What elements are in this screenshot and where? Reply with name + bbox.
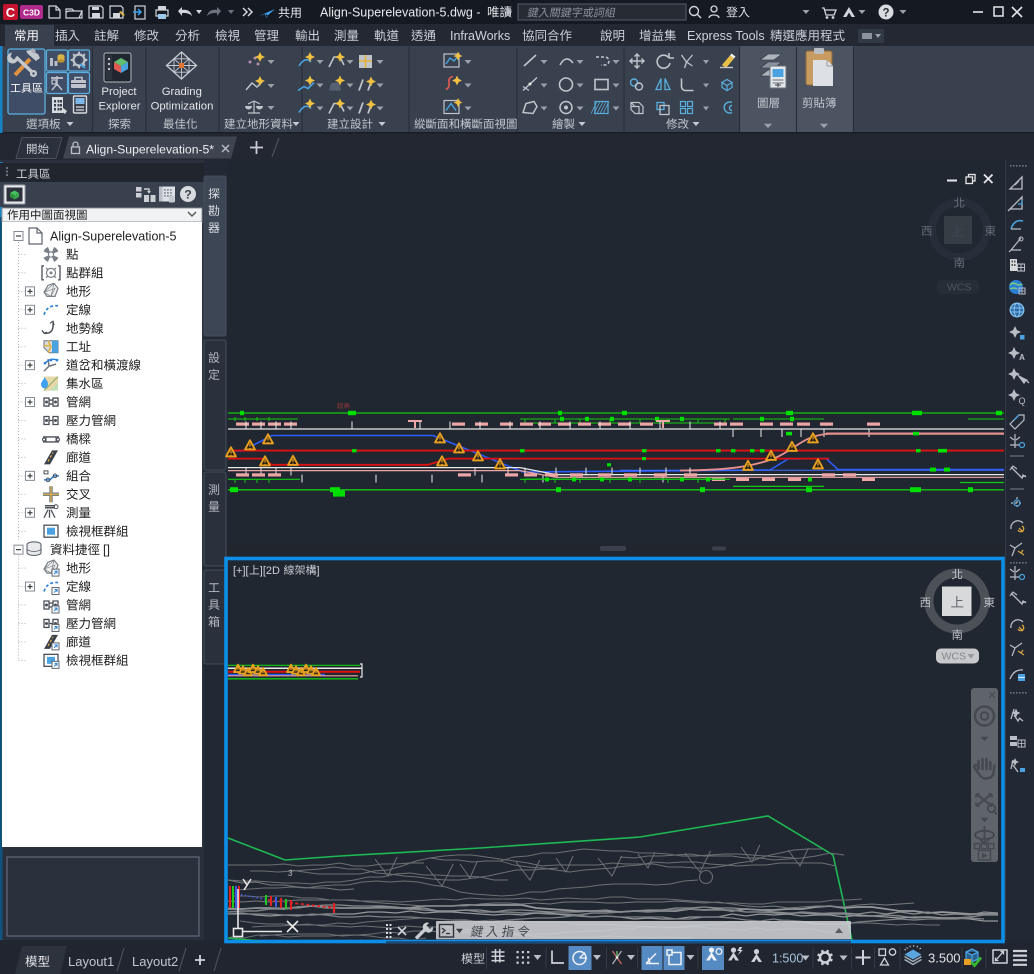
svg-text:Layout2: Layout2 [132,954,178,969]
svg-text:C: C [6,5,16,20]
svg-text:Q: Q [1018,396,1025,406]
svg-text:Layout1: Layout1 [68,954,114,969]
svg-text:Optimization: Optimization [151,101,214,113]
svg-text:A: A [1019,353,1025,362]
svg-text:Express Tools: Express Tools [687,29,765,43]
svg-text:Explorer: Explorer [98,101,140,113]
svg-text:Align-Superelevation-5*: Align-Superelevation-5* [86,143,214,157]
svg-text:?: ? [184,188,191,202]
svg-text:InfraWorks: InfraWorks [450,29,510,43]
svg-text:Align-Superelevation-5: Align-Superelevation-5 [50,230,177,244]
svg-text:][2D: ][2D [260,565,280,577]
svg-text:Align-Superelevation-5.dwg -: Align-Superelevation-5.dwg - [320,6,481,20]
svg-text:?: ? [882,8,889,20]
svg-text:]: ] [317,565,320,577]
svg-text:C3D: C3D [23,8,40,18]
svg-text:Grading: Grading [162,86,202,98]
svg-text:[]: [] [103,543,110,557]
svg-text:3: 3 [288,869,293,878]
svg-text:WCS: WCS [947,282,972,294]
svg-text:WCS: WCS [942,651,967,663]
svg-text:[+][: [+][ [233,565,249,577]
svg-text:1:500: 1:500 [772,952,803,966]
svg-text:3.500: 3.500 [928,951,961,966]
svg-text:Project: Project [101,86,137,98]
